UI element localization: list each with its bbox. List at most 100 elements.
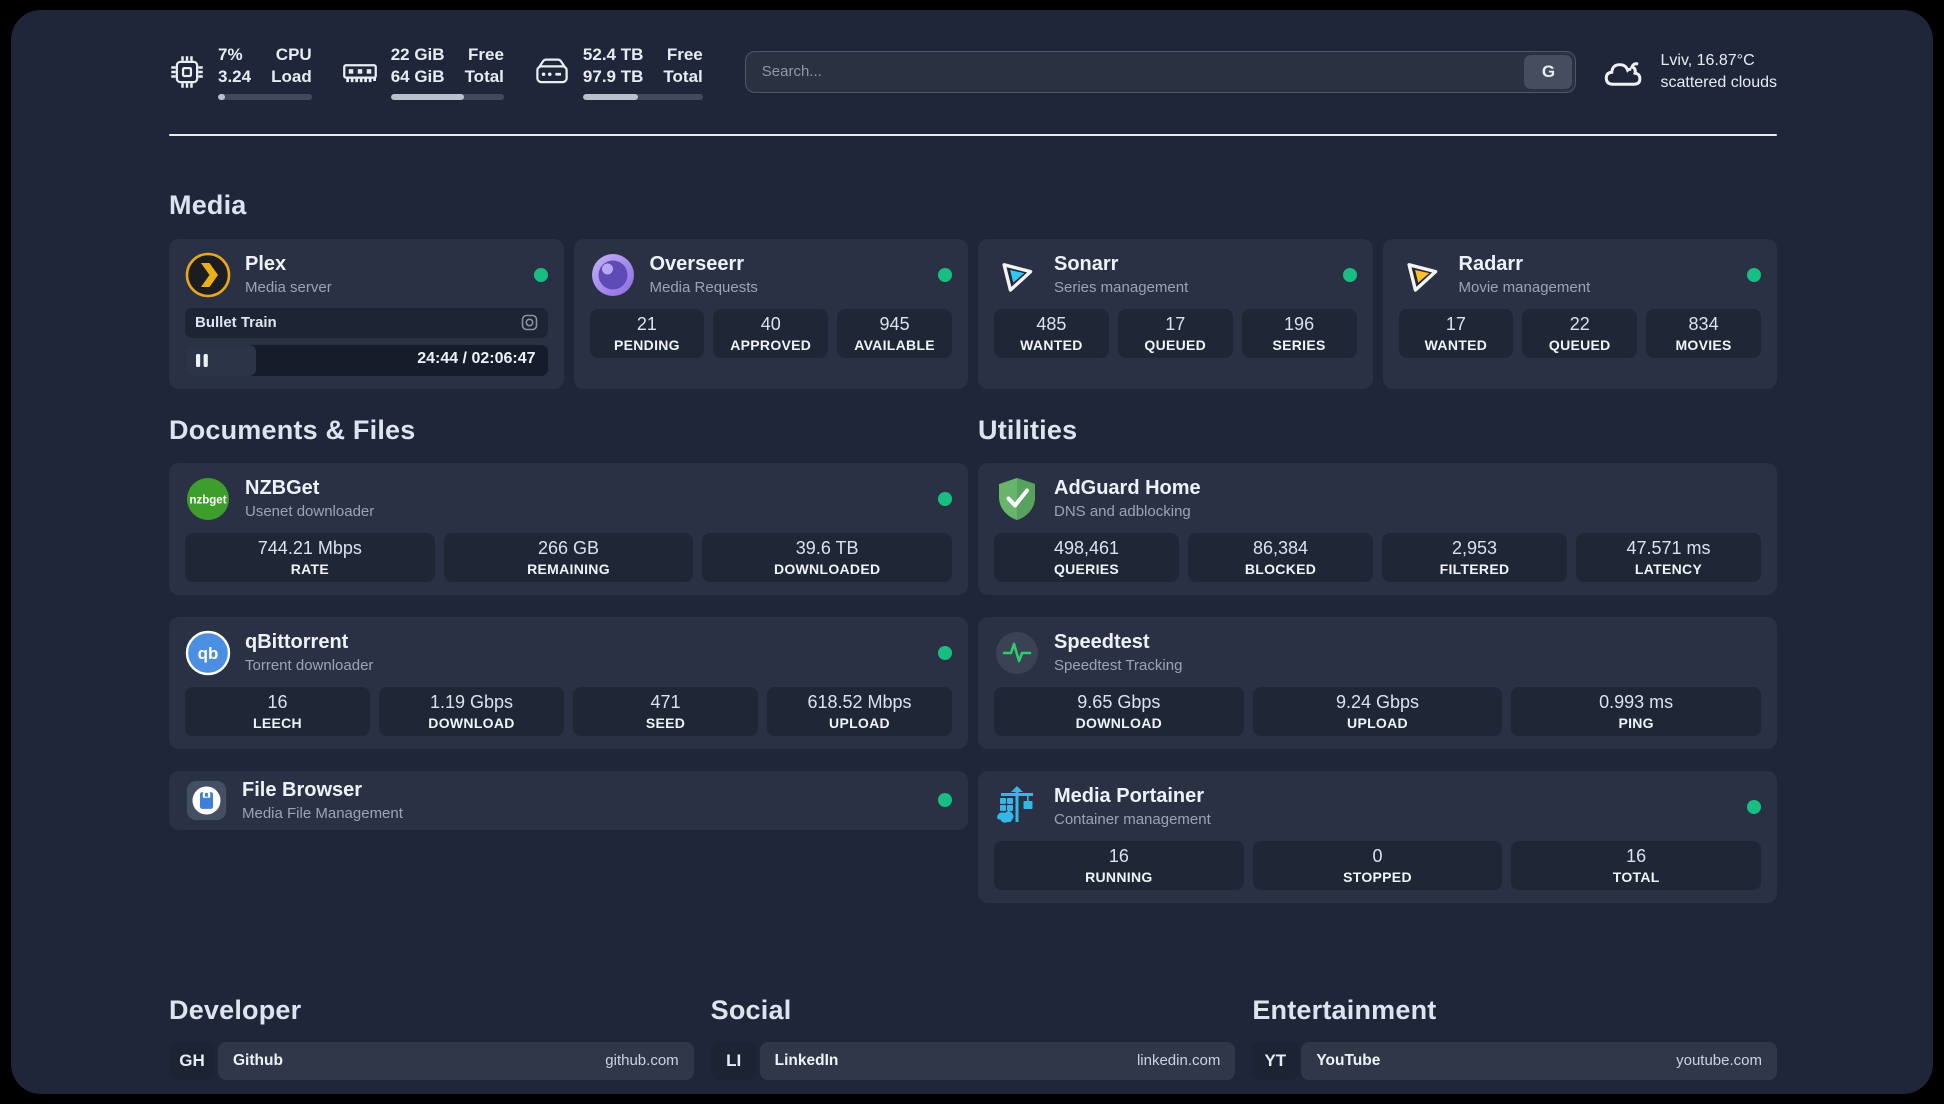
header-bar: 7% 3.24 CPU Load 22 GiB 64 GiB Free Tota…	[169, 44, 1777, 100]
github-abbr-icon: GH	[169, 1041, 215, 1080]
bookmark-github[interactable]: GH Github github.com	[169, 1041, 694, 1080]
stat-download: 9.65 Gbps DOWNLOAD	[994, 686, 1244, 736]
status-online-dot	[938, 793, 952, 808]
app-card-adguard[interactable]: AdGuard Home DNS and adblocking 498,461 Q…	[978, 462, 1777, 595]
dashboard-panel: 7% 3.24 CPU Load 22 GiB 64 GiB Free Tota…	[11, 10, 1933, 1094]
app-card-portainer[interactable]: Media Portainer Container management 16 R…	[978, 770, 1777, 903]
stat-queued: 17 QUEUED	[1117, 308, 1233, 358]
bookmark-youtube[interactable]: YT YouTube youtube.com	[1252, 1041, 1777, 1080]
entertainment-links-column: Entertainment YT YouTube youtube.com NF …	[1252, 995, 1777, 1094]
bookmark-url: youtube.com	[1676, 1052, 1762, 1070]
developer-links-column: Developer GH Github github.com SO StackO…	[169, 995, 694, 1094]
app-name: Sonarr	[1054, 253, 1119, 276]
stat-pending: 21 PENDING	[589, 308, 705, 358]
cpu-icon	[171, 56, 203, 88]
stat-movies: 834 MOVIES	[1646, 308, 1761, 358]
stat-upload: 618.52 Mbps UPLOAD	[767, 686, 952, 736]
stat-latency: 47.571 ms LATENCY	[1576, 532, 1761, 582]
stat-running: 16 RUNNING	[994, 840, 1244, 890]
now-playing-title: Bullet Train	[195, 314, 277, 332]
section-title-media: Media	[169, 189, 247, 220]
app-card-plex[interactable]: Plex Media server Bullet Train 24:44 / 0…	[169, 238, 564, 389]
qbittorrent-icon: qb	[185, 630, 231, 676]
search-engine-button[interactable]: G	[1524, 54, 1573, 89]
app-desc: Speedtest Tracking	[1054, 657, 1183, 675]
stat-approved: 40 APPROVED	[713, 308, 829, 358]
app-desc: Media Requests	[649, 279, 758, 297]
app-name: AdGuard Home	[1054, 477, 1201, 500]
hard-drive-icon	[536, 58, 568, 84]
cpu-load-value: 3.24	[218, 67, 252, 87]
app-card-sonarr[interactable]: Sonarr Series management 485 WANTED 17 QUE…	[978, 238, 1373, 389]
bookmark-name: YouTube	[1316, 1051, 1381, 1069]
app-card-qbittorrent[interactable]: qb qBittorrent Torrent downloader 16 LEEC…	[169, 616, 968, 749]
app-name: Overseerr	[649, 253, 745, 276]
svg-text:qb: qb	[198, 644, 219, 663]
ram-icon	[342, 64, 377, 83]
nzbget-icon: nzbget	[187, 477, 229, 520]
stat-filtered: 2,953 FILTERED	[1382, 532, 1567, 582]
documents-column: Documents & Files nzbget NZBGet Usenet d…	[169, 415, 968, 925]
app-name: Media Portainer	[1054, 785, 1205, 808]
bookmark-url: github.com	[605, 1052, 679, 1070]
youtube-abbr-icon: YT	[1252, 1041, 1299, 1080]
app-card-filebrowser[interactable]: File Browser Media File Management	[169, 770, 968, 830]
media-card-grid: Plex Media server Bullet Train 24:44 / 0…	[169, 238, 1777, 389]
playback-time: 24:44 / 02:06:47	[417, 349, 536, 367]
search-bar: G	[744, 50, 1577, 93]
storage-free-value: 52.4 TB	[582, 45, 644, 64]
sonarr-icon	[1002, 262, 1033, 292]
cpu-progressbar	[218, 93, 312, 100]
weather-widget[interactable]: Lviv, 16.87°C scattered clouds	[1602, 50, 1777, 95]
cpu-stat-widget: 7% 3.24 CPU Load	[169, 44, 312, 100]
stat-stopped: 0 STOPPED	[1252, 840, 1503, 890]
cpu-percent: 7%	[218, 45, 243, 64]
bookmark-name: LinkedIn	[774, 1051, 839, 1069]
app-name: Plex	[245, 253, 287, 276]
plex-now-playing: Bullet Train	[185, 307, 548, 338]
status-online-dot	[533, 267, 548, 282]
radarr-icon	[1406, 262, 1437, 292]
app-desc: Media File Management	[242, 804, 403, 822]
app-card-radarr[interactable]: Radarr Movie management 17 WANTED 22 QUEUE…	[1382, 238, 1777, 389]
stat-total: 16 TOTAL	[1511, 840, 1761, 890]
utilities-column: Utilities AdGuard Home DNS and adblockin…	[978, 415, 1777, 925]
app-card-overseerr[interactable]: Overseerr Media Requests 21 PENDING 40 APP…	[573, 238, 968, 389]
app-name: Speedtest	[1054, 631, 1150, 654]
now-playing-session-icon[interactable]	[521, 314, 538, 331]
linkedin-abbr-icon: LI	[710, 1041, 757, 1080]
stat-wanted: 485 WANTED	[994, 308, 1109, 358]
stat-download: 1.19 Gbps DOWNLOAD	[379, 686, 564, 736]
app-name: File Browser	[242, 778, 363, 801]
status-online-dot	[938, 267, 952, 282]
status-online-dot	[1747, 267, 1761, 282]
stat-queries: 498,461 QUERIES	[994, 532, 1179, 582]
speedtest-icon	[996, 631, 1038, 674]
app-desc: DNS and adblocking	[1054, 503, 1191, 521]
bookmark-linkedin[interactable]: LI LinkedIn linkedin.com	[710, 1041, 1236, 1080]
overseerr-icon	[591, 253, 634, 296]
stat-seed: 471 SEED	[573, 686, 758, 736]
stat-upload: 9.24 Gbps UPLOAD	[1252, 686, 1503, 736]
app-card-speedtest[interactable]: Speedtest Speedtest Tracking 9.65 Gbps DO…	[978, 616, 1777, 749]
section-title-entertainment: Entertainment	[1252, 994, 1437, 1025]
svg-text:nzbget: nzbget	[189, 494, 226, 506]
stat-wanted: 17 WANTED	[1398, 308, 1514, 358]
playback-progressbar[interactable]: 24:44 / 02:06:47	[185, 344, 548, 376]
storage-free-label: Free	[666, 45, 703, 64]
portainer-icon	[997, 785, 1033, 823]
stat-ping: 0.993 ms PING	[1511, 686, 1761, 736]
social-links-column: Social LI LinkedIn linkedin.com TW Twitt…	[710, 995, 1236, 1094]
header-divider	[169, 133, 1777, 136]
status-online-dot	[1747, 799, 1761, 814]
weather-location-temp: Lviv, 16.87°C	[1660, 51, 1755, 69]
search-input[interactable]	[745, 63, 1525, 81]
app-desc: Torrent downloader	[245, 657, 374, 675]
memory-free-value: 22 GiB	[390, 45, 445, 64]
cpu-label: CPU	[275, 45, 312, 64]
status-online-dot	[938, 645, 952, 660]
app-desc: Container management	[1054, 811, 1211, 829]
stat-remaining: 266 GB REMAINING	[443, 532, 694, 582]
status-online-dot	[1342, 267, 1357, 282]
app-card-nzbget[interactable]: nzbget NZBGet Usenet downloader 744.21 M…	[169, 462, 968, 595]
